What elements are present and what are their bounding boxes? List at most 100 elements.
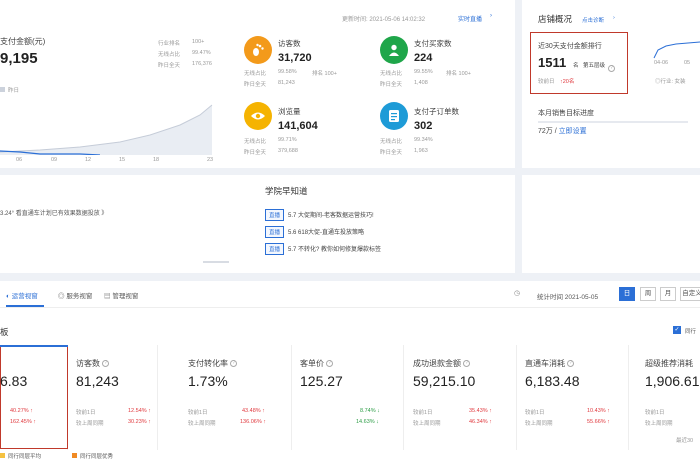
live-link[interactable]: 实时直播 xyxy=(458,14,482,23)
tab-operations[interactable]: ◐ 运营视窗 xyxy=(6,290,38,300)
legend-dot xyxy=(0,87,5,92)
legend-swatch-best xyxy=(72,453,77,458)
yesterday-legend: 昨日 xyxy=(0,86,19,94)
rank-value: 1511 xyxy=(538,55,567,70)
peer-label: 同行 xyxy=(685,329,697,335)
board-title: 板 xyxy=(0,327,9,337)
tab-service[interactable]: ◎ 服务视窗 xyxy=(58,290,92,300)
kpi-value: 59,215.10 xyxy=(413,373,476,389)
store-title: 店铺概况 xyxy=(538,14,573,24)
pay-amount-title: 支付金额(元) xyxy=(0,37,46,46)
realtime-card: 更新时间: 2021-05-06 14:02:32 实时直播 › 支付金额(元)… xyxy=(0,0,515,168)
help-icon[interactable]: ? xyxy=(326,360,334,368)
help-icon[interactable]: ? xyxy=(463,360,471,368)
kpi-selected-underline xyxy=(0,345,68,347)
kpi-card-2[interactable]: 支付转化率 ? 1.73% 较前1日 较上周同期 43.48% ↑ 136.06… xyxy=(180,345,292,450)
kpi-value: 6,183.48 xyxy=(525,373,580,389)
rank-help-icon[interactable]: ? xyxy=(608,60,615,78)
tick-06: 06 xyxy=(16,157,23,163)
rank-unit: 名 xyxy=(573,63,579,69)
cmp-week-label: 较上周同期 xyxy=(188,421,216,427)
cmp-week-label: 较上周同期 xyxy=(76,421,104,427)
kpi-change-week: 14.63% ↓ xyxy=(356,419,379,425)
help-icon[interactable]: ? xyxy=(230,360,238,368)
view-tabs-bar: ◐ 运营视窗 ◎ 服务视窗 ▤ 管理视窗 ◷ 统计时间 2021-05-05 xyxy=(0,281,700,308)
kpi-name: 超级推荐消耗 xyxy=(645,359,693,368)
buyers-yesterday: 昨日全天 1,408 xyxy=(380,80,428,88)
peer-checkbox[interactable]: ✓ xyxy=(673,326,681,334)
help-icon[interactable]: ? xyxy=(567,360,575,368)
carousel-indicator[interactable] xyxy=(203,261,229,263)
kpi-value: 81,243 xyxy=(76,373,119,389)
kpi-change-day: 12.54% ↑ xyxy=(128,408,151,414)
help-icon[interactable]: ? xyxy=(102,360,110,368)
tab-management[interactable]: ▤ 管理视窗 xyxy=(104,290,138,300)
diagnose-link[interactable]: 点击诊断 xyxy=(582,16,604,24)
wireless-share: 无线占比 99.47% xyxy=(158,50,211,58)
kpi-card-3[interactable]: 客单价 ? 125.27 8.74% ↓ 14.63% ↓ xyxy=(292,345,404,450)
legend-peer-best: 同行同层优秀 xyxy=(72,452,113,460)
chart-area xyxy=(0,105,212,155)
kpi-name: 直通车消耗 ? xyxy=(525,358,575,369)
news-item[interactable]: 直播 5.7 不转化? 教你如何修复爆款标签 xyxy=(265,243,381,255)
kpi-change-week: 136.06% ↑ xyxy=(240,419,266,425)
stat-time: 统计时间 2021-05-05 xyxy=(537,294,599,301)
period-day-button[interactable]: 日 xyxy=(619,287,635,301)
school-title: 学院早知道 xyxy=(265,186,308,196)
kpi-change-day: 10.43% ↑ xyxy=(587,408,610,414)
rank-highlight-box: 近30天支付金额排行 1511 名 第五层级 ? 较前日 ↑20名 xyxy=(530,32,628,94)
kpi-change-day: 43.48% ↑ xyxy=(242,408,265,414)
store-date-1: 05 xyxy=(684,60,691,66)
period-month-button[interactable]: 月 xyxy=(660,287,676,301)
live-chevron-icon[interactable]: › xyxy=(490,13,492,19)
realtime-trend-chart xyxy=(0,104,213,155)
kpi-change-week: 162.45% ↑ xyxy=(10,419,36,425)
promo-text[interactable]: 3.24° 看直通车计划已有效果数据投放 》 xyxy=(0,208,107,217)
cmp-day-label: 较前1日 xyxy=(413,410,433,416)
kpi-name: 支付转化率 ? xyxy=(188,358,238,369)
rank-tier: 第五层级 xyxy=(583,63,606,69)
kpi-value: 125.27 xyxy=(300,373,343,389)
suborders-yesterday: 昨日全天 1,963 xyxy=(380,148,428,156)
updated-time: 更新时间: 2021-05-06 14:02:32 xyxy=(342,17,426,23)
target-value: 72万 / 立即设置 xyxy=(538,128,587,135)
news-item[interactable]: 直播 5.6 618大促-直通车投放策略 xyxy=(265,226,364,238)
buyers-wireless: 无线占比 99.55% 排名 100+ xyxy=(380,69,471,77)
tab-operations-underline xyxy=(6,305,44,307)
kpi-card-1[interactable]: 访客数 ? 81,243 较前1日 较上周同期 12.54% ↑ 30.23% … xyxy=(68,345,158,450)
visitors-label: 访客数 xyxy=(278,39,301,48)
kpi-card-5[interactable]: 直通车消耗 ? 6,183.48 较前1日 较上周同期 10.43% ↑ 55.… xyxy=(517,345,629,450)
kpi-value: 1.73% xyxy=(188,373,228,389)
kpi-value: 1,906.61 xyxy=(645,373,700,389)
pageviews-label: 浏览量 xyxy=(278,107,301,116)
pageviews-yesterday: 昨日全天 379,688 xyxy=(244,148,298,156)
legend-swatch-avg xyxy=(0,453,5,458)
cmp-day-label: 较前1日 xyxy=(76,410,96,416)
service-icon: ◎ xyxy=(58,293,65,300)
board-footer-right[interactable]: 最近30 xyxy=(676,436,693,444)
period-custom-button[interactable]: 自定义 xyxy=(680,287,700,301)
cmp-week-label: 较上周同期 xyxy=(645,421,673,427)
yesterday-total: 昨日全天 176,376 xyxy=(158,61,212,69)
rank-title: 近30天支付金额排行 xyxy=(538,43,602,50)
set-target-link[interactable]: 立即设置 xyxy=(559,128,587,135)
kpi-name: 成功退款金额 ? xyxy=(413,358,471,369)
diagnose-chevron-icon[interactable]: › xyxy=(613,15,615,21)
clock-icon: ◷ xyxy=(514,290,521,297)
kpi-card-0[interactable]: 6.83 40.27% ↑ 162.45% ↑ xyxy=(0,345,68,450)
tick-12: 12 xyxy=(85,157,92,163)
kpi-card-6[interactable]: 超级推荐消耗 1,906.61 较前1日 较上周同期 xyxy=(629,345,700,450)
visitors-yesterday: 昨日全天 81,243 xyxy=(244,80,295,88)
kpi-card-4[interactable]: 成功退款金额 ? 59,215.10 较前1日 较上周同期 35.43% ↑ 4… xyxy=(405,345,517,450)
cmp-week-label: 较上周同期 xyxy=(413,421,441,427)
store-overview-card: 店铺概况 点击诊断 › 近30天支付金额排行 1511 名 第五层级 ? 较前日… xyxy=(522,0,700,168)
suborders-value: 302 xyxy=(414,120,433,132)
kpi-change-day: 8.74% ↓ xyxy=(360,408,380,414)
kpi-name: 访客数 ? xyxy=(76,358,110,369)
cmp-day-label: 较前1日 xyxy=(188,410,208,416)
suborders-wireless: 无线占比 99.34% xyxy=(380,137,433,145)
rank-compare-value: ↑20名 xyxy=(560,79,575,85)
period-week-button[interactable]: 周 xyxy=(640,287,656,301)
news-item[interactable]: 直播 5.7 大促期间-老客数据运营技巧! xyxy=(265,209,374,221)
tick-09: 09 xyxy=(51,157,58,163)
